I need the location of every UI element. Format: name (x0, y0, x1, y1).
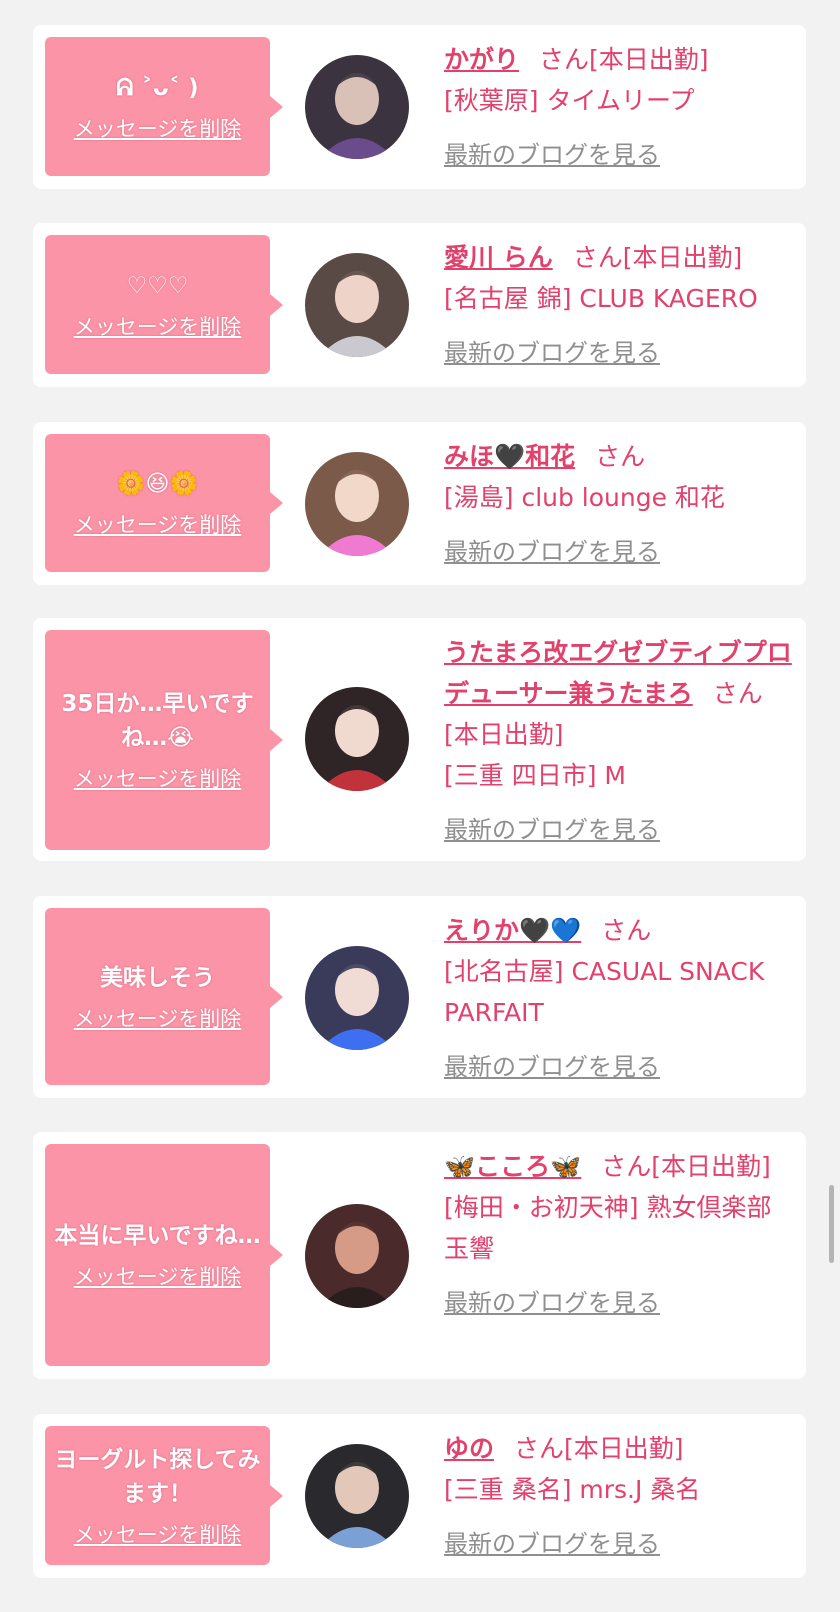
latest-blog-link[interactable]: 最新のブログを見る (444, 1047, 660, 1088)
message-text: 🌼😆🌼 (116, 471, 199, 497)
message-bubble: 美味しそうメッセージを削除 (45, 908, 283, 1085)
cast-name-line: えりか🖤💙 さん (444, 910, 794, 951)
shop-name: [梅田・お初天神] 熟女倶楽部 玉響 (444, 1193, 772, 1263)
cast-info: えりか🖤💙 さん [北名古屋] CASUAL SNACK PARFAIT 最新のブログ… (444, 910, 794, 1088)
message-card: ᕱ ˃ᴗ˂ ) メッセージを削除 かがり さん[本日出勤] [秋葉原] タイムリープ最新… (33, 25, 806, 189)
avatar-photo (305, 253, 409, 357)
cast-name-line: かがり さん[本日出勤] (444, 39, 794, 80)
cast-name-line: みほ🖤和花 さん (444, 436, 794, 477)
avatar-photo (305, 452, 409, 556)
delete-message-link[interactable]: メッセージを削除 (74, 1003, 242, 1033)
status-badge: [本日出勤] (651, 1152, 771, 1181)
cast-info: 愛川 らん さん[本日出勤] [名古屋 錦] CLUB KAGERO 最新のブログを見… (444, 237, 794, 374)
avatar-photo-icon[interactable] (305, 1444, 409, 1548)
delete-message-link[interactable]: メッセージを削除 (74, 1261, 242, 1291)
delete-message-link[interactable]: メッセージを削除 (74, 311, 242, 341)
message-text: 35日か…早いですね…😭 (61, 691, 254, 751)
latest-blog-link[interactable]: 最新のブログを見る (444, 1524, 660, 1565)
cast-info: うたまろ改エグゼブティブプロデューサー兼うたまろ さん[本日出勤] [三重 四日市]… (444, 632, 794, 851)
delete-message-link[interactable]: メッセージを削除 (74, 1519, 242, 1549)
avatar-photo-icon[interactable] (305, 687, 409, 791)
scrollbar[interactable] (829, 1185, 834, 1263)
cast-name-link[interactable]: 🦋こころ🦋 (444, 1152, 581, 1181)
message-text: 本当に早いですね… (54, 1223, 261, 1249)
delete-message-link[interactable]: メッセージを削除 (74, 763, 242, 793)
avatar-photo (305, 946, 409, 1050)
honorific-label: さん (601, 916, 652, 945)
latest-blog-link[interactable]: 最新のブログを見る (444, 810, 660, 851)
message-bubble: 🌼😆🌼 メッセージを削除 (45, 434, 283, 572)
message-text: ᕱ ˃ᴗ˂ ) (116, 74, 199, 101)
status-badge: [本日出勤] (444, 720, 564, 749)
honorific-label: さん (712, 679, 763, 708)
delete-message-link[interactable]: メッセージを削除 (74, 113, 242, 143)
message-text: 美味しそう (100, 964, 215, 991)
message-bubble: 本当に早いですね… メッセージを削除 (45, 1144, 283, 1366)
message-card: 美味しそうメッセージを削除 えりか🖤💙 さん [北名古屋] CASUAL SNACK … (33, 896, 806, 1098)
cast-name-link[interactable]: 愛川 らん (444, 243, 553, 272)
shop-name: [名古屋 錦] CLUB KAGERO (444, 284, 758, 313)
message-text: ヨーグルト探してみます！ (54, 1446, 261, 1507)
latest-blog-link[interactable]: 最新のブログを見る (444, 1283, 660, 1324)
cast-name-link[interactable]: みほ🖤和花 (444, 442, 575, 471)
message-bubble: ♡♡♡ メッセージを削除 (45, 235, 283, 374)
latest-blog-link[interactable]: 最新のブログを見る (444, 532, 660, 573)
message-card: 35日か…早いですね…😭 メッセージを削除 うたまろ改エグゼブティブプロデューサー兼… (33, 618, 806, 861)
message-bubble: 35日か…早いですね…😭 メッセージを削除 (45, 630, 283, 850)
cast-name-link[interactable]: えりか🖤💙 (444, 916, 581, 945)
honorific-label: さん (601, 1152, 652, 1181)
cast-info: 🦋こころ🦋 さん[本日出勤] [梅田・お初天神] 熟女倶楽部 玉響最新のブログを見る (444, 1146, 794, 1324)
message-text: ♡♡♡ (126, 272, 189, 299)
honorific-label: さん (572, 243, 623, 272)
message-card: ヨーグルト探してみます！ メッセージを削除 ゆの さん[本日出勤] [三重 桑名] mr… (33, 1414, 806, 1578)
cast-name-line: 🦋こころ🦋 さん[本日出勤] (444, 1146, 794, 1187)
avatar-photo (305, 1444, 409, 1548)
cast-name-link[interactable]: かがり (444, 45, 519, 74)
cast-name-line: うたまろ改エグゼブティブプロデューサー兼うたまろ さん[本日出勤] (444, 632, 794, 755)
cast-info: ゆの さん[本日出勤] [三重 桑名] mrs.J 桑名最新のブログを見る (444, 1428, 794, 1565)
honorific-label: さん (539, 45, 590, 74)
status-badge: [本日出勤] (564, 1434, 684, 1463)
shop-name: [北名古屋] CASUAL SNACK PARFAIT (444, 957, 765, 1027)
avatar-photo-icon[interactable] (305, 946, 409, 1050)
cast-name-line: ゆの さん[本日出勤] (444, 1428, 794, 1469)
message-card: 本当に早いですね… メッセージを削除 🦋こころ🦋 さん[本日出勤] [梅田・お初天神] … (33, 1132, 806, 1379)
avatar-photo (305, 55, 409, 159)
shop-name: [秋葉原] タイムリープ (444, 86, 695, 115)
avatar-photo (305, 687, 409, 791)
cast-info: かがり さん[本日出勤] [秋葉原] タイムリープ最新のブログを見る (444, 39, 794, 176)
message-bubble: ヨーグルト探してみます！ メッセージを削除 (45, 1426, 283, 1565)
honorific-label: さん (595, 442, 646, 471)
avatar-photo-icon[interactable] (305, 55, 409, 159)
avatar-photo-icon[interactable] (305, 1204, 409, 1308)
cast-info: みほ🖤和花 さん [湯島] club lounge 和花最新のブログを見る (444, 436, 794, 573)
shop-name: [湯島] club lounge 和花 (444, 483, 725, 512)
latest-blog-link[interactable]: 最新のブログを見る (444, 135, 660, 176)
shop-name: [三重 四日市] M (444, 761, 626, 790)
status-badge: [本日出勤] (622, 243, 743, 272)
avatar-photo-icon[interactable] (305, 452, 409, 556)
cast-name-link[interactable]: ゆの (444, 1434, 494, 1463)
message-bubble: ᕱ ˃ᴗ˂ ) メッセージを削除 (45, 37, 283, 176)
honorific-label: さん (514, 1434, 565, 1463)
cast-name-line: 愛川 らん さん[本日出勤] (444, 237, 794, 278)
message-card: 🌼😆🌼 メッセージを削除 みほ🖤和花 さん [湯島] club lounge 和花最新の… (33, 422, 806, 585)
message-card: ♡♡♡ メッセージを削除 愛川 らん さん[本日出勤] [名古屋 錦] CLUB KAG… (33, 223, 806, 387)
avatar-photo (305, 1204, 409, 1308)
avatar-photo-icon[interactable] (305, 253, 409, 357)
delete-message-link[interactable]: メッセージを削除 (74, 509, 242, 539)
status-badge: [本日出勤] (589, 45, 709, 74)
shop-name: [三重 桑名] mrs.J 桑名 (444, 1475, 701, 1504)
latest-blog-link[interactable]: 最新のブログを見る (444, 333, 660, 374)
